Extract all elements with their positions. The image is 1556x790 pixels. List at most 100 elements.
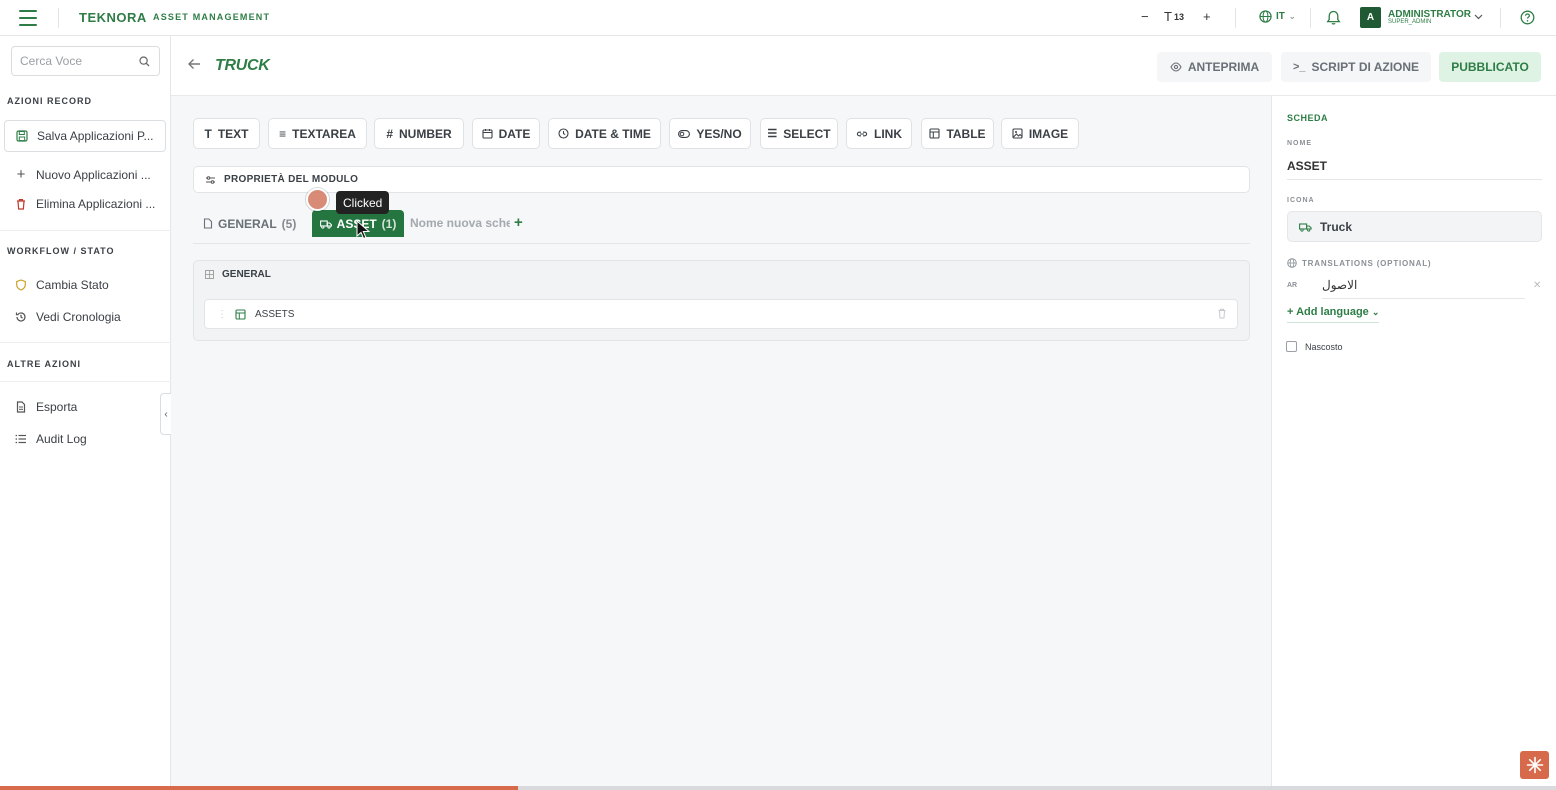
divider bbox=[1310, 8, 1311, 28]
action-script-button[interactable]: >_ SCRIPT DI AZIONE bbox=[1281, 52, 1431, 82]
file-icon bbox=[16, 401, 26, 413]
click-tooltip: Clicked bbox=[336, 191, 390, 214]
preview-label: ANTEPRIMA bbox=[1187, 60, 1260, 74]
language-selector[interactable]: IT ⌄ bbox=[1259, 10, 1296, 23]
divider bbox=[193, 243, 1250, 244]
top-bar: TEKNORA ASSET MANAGEMENT − T 13 + IT ⌄ A… bbox=[0, 0, 1556, 36]
menu-icon[interactable] bbox=[19, 10, 37, 26]
help-icon[interactable] bbox=[1520, 10, 1535, 25]
divider bbox=[0, 381, 171, 382]
publish-label: PUBBLICATO bbox=[1451, 60, 1529, 74]
chip-label: DATE & TIME bbox=[575, 126, 651, 141]
list-icon: ☰ bbox=[767, 128, 778, 140]
field-type-number-button[interactable]: # NUMBER bbox=[374, 118, 464, 149]
link-icon bbox=[856, 131, 868, 136]
back-arrow-icon[interactable] bbox=[187, 58, 201, 70]
divider bbox=[0, 342, 171, 343]
chip-label: TABLE bbox=[946, 126, 986, 141]
section-header[interactable]: GENERAL bbox=[205, 269, 271, 280]
icon-label: ICONA bbox=[1287, 197, 1315, 204]
preview-button[interactable]: ANTEPRIMA bbox=[1157, 52, 1272, 82]
field-type-datetime-button[interactable]: DATE & TIME bbox=[548, 118, 661, 149]
add-language-button[interactable]: + Add language ⌄ bbox=[1287, 306, 1380, 323]
sidebar-item-delete[interactable]: Elimina Applicazioni ... bbox=[15, 197, 155, 211]
tab-name-field[interactable]: ASSET bbox=[1287, 159, 1542, 180]
sparkle-icon bbox=[1526, 756, 1543, 774]
chip-label: DATE bbox=[498, 126, 531, 141]
drag-handle-icon[interactable]: ⋮ bbox=[217, 309, 227, 320]
user-role: SUPER_ADMIN bbox=[1388, 19, 1432, 25]
field-type-select-button[interactable]: ☰ SELECT bbox=[760, 118, 838, 149]
mouse-cursor-icon bbox=[356, 220, 370, 240]
field-label: ASSETS bbox=[255, 308, 295, 320]
bell-icon[interactable] bbox=[1326, 10, 1341, 26]
sidebar-item-history[interactable]: Vedi Cronologia bbox=[15, 310, 121, 324]
tab-count: (1) bbox=[381, 216, 397, 231]
toggle-icon bbox=[678, 129, 691, 138]
grid-icon bbox=[205, 270, 214, 279]
sidebar-item-audit-log[interactable]: Audit Log bbox=[15, 432, 87, 446]
sidebar-item-label: Nuovo Applicazioni ... bbox=[36, 167, 151, 182]
remove-translation-icon[interactable]: ✕ bbox=[1533, 280, 1541, 291]
page-progress-bar bbox=[0, 786, 1556, 790]
font-decrease-button[interactable]: − bbox=[1141, 9, 1149, 24]
assistant-launcher-button[interactable] bbox=[1520, 751, 1549, 779]
field-type-text-button[interactable]: T TEXT bbox=[193, 118, 260, 149]
chip-label: TEXTAREA bbox=[292, 126, 356, 141]
field-type-table-button[interactable]: TABLE bbox=[921, 118, 994, 149]
new-tab-name-input[interactable] bbox=[410, 216, 510, 230]
icon-selector[interactable]: Truck bbox=[1287, 211, 1542, 242]
sidebar-item-save[interactable]: Salva Applicazioni P... bbox=[4, 120, 166, 152]
eye-icon bbox=[1170, 62, 1182, 72]
file-icon bbox=[203, 218, 213, 229]
sidebar: AZIONI RECORD Salva Applicazioni P... + … bbox=[0, 36, 171, 790]
hash-icon: # bbox=[386, 126, 393, 141]
add-language-label: + Add language bbox=[1287, 306, 1369, 318]
chevron-down-icon[interactable] bbox=[1474, 14, 1483, 20]
tab-general[interactable]: GENERAL (5) bbox=[203, 210, 296, 237]
sidebar-item-change-state[interactable]: Cambia Stato bbox=[15, 278, 109, 292]
section-title: GENERAL bbox=[222, 269, 271, 280]
table-icon bbox=[929, 128, 940, 139]
module-properties-label: PROPRIETÀ DEL MODULO bbox=[224, 174, 359, 185]
chip-label: TEXT bbox=[217, 126, 249, 141]
font-size-indicator: T 13 bbox=[1164, 9, 1184, 24]
divider bbox=[1500, 8, 1501, 28]
search-input[interactable] bbox=[20, 54, 138, 68]
hidden-checkbox[interactable] bbox=[1286, 341, 1297, 352]
add-tab-button[interactable]: + bbox=[514, 214, 523, 231]
sidebar-item-new[interactable]: + Nuovo Applicazioni ... bbox=[15, 166, 151, 183]
field-type-date-button[interactable]: DATE bbox=[472, 118, 540, 149]
translation-input[interactable]: الاصول bbox=[1322, 278, 1525, 299]
field-type-link-button[interactable]: LINK bbox=[846, 118, 912, 149]
divider bbox=[1235, 8, 1236, 28]
field-type-yesno-button[interactable]: YES/NO bbox=[669, 118, 751, 149]
translations-label: TRANSLATIONS (OPTIONAL) bbox=[1302, 258, 1432, 268]
sidebar-item-label: Salva Applicazioni P... bbox=[37, 129, 154, 143]
language-code: IT bbox=[1276, 11, 1285, 22]
history-icon bbox=[15, 312, 26, 322]
field-type-image-button[interactable]: IMAGE bbox=[1001, 118, 1079, 149]
collapse-sidebar-button[interactable]: ‹ bbox=[160, 393, 171, 435]
published-button[interactable]: PUBBLICATO bbox=[1439, 52, 1541, 82]
name-label: NOME bbox=[1287, 140, 1312, 147]
search-icon[interactable] bbox=[139, 56, 150, 67]
trash-icon bbox=[17, 199, 25, 210]
section-heading: AZIONI RECORD bbox=[7, 96, 92, 106]
module-properties-bar[interactable]: PROPRIETÀ DEL MODULO bbox=[193, 166, 1250, 193]
hidden-toggle[interactable]: Nascosto bbox=[1286, 341, 1343, 352]
form-field-row[interactable]: ⋮ ASSETS bbox=[204, 299, 1238, 329]
globe-icon bbox=[1259, 10, 1272, 23]
chevron-down-icon: ⌄ bbox=[1371, 307, 1380, 317]
font-increase-button[interactable]: + bbox=[1203, 9, 1211, 24]
sidebar-item-export[interactable]: Esporta bbox=[15, 400, 77, 414]
section-heading: ALTRE AZIONI bbox=[7, 359, 81, 369]
chip-label: NUMBER bbox=[399, 126, 452, 141]
trash-icon[interactable] bbox=[1217, 308, 1227, 319]
align-left-icon: ≡ bbox=[279, 126, 287, 141]
icon-value: Truck bbox=[1320, 219, 1353, 234]
sliders-icon bbox=[206, 175, 215, 184]
avatar[interactable]: A bbox=[1360, 7, 1381, 28]
script-label: SCRIPT DI AZIONE bbox=[1311, 60, 1420, 74]
field-type-textarea-button[interactable]: ≡ TEXTAREA bbox=[268, 118, 367, 149]
